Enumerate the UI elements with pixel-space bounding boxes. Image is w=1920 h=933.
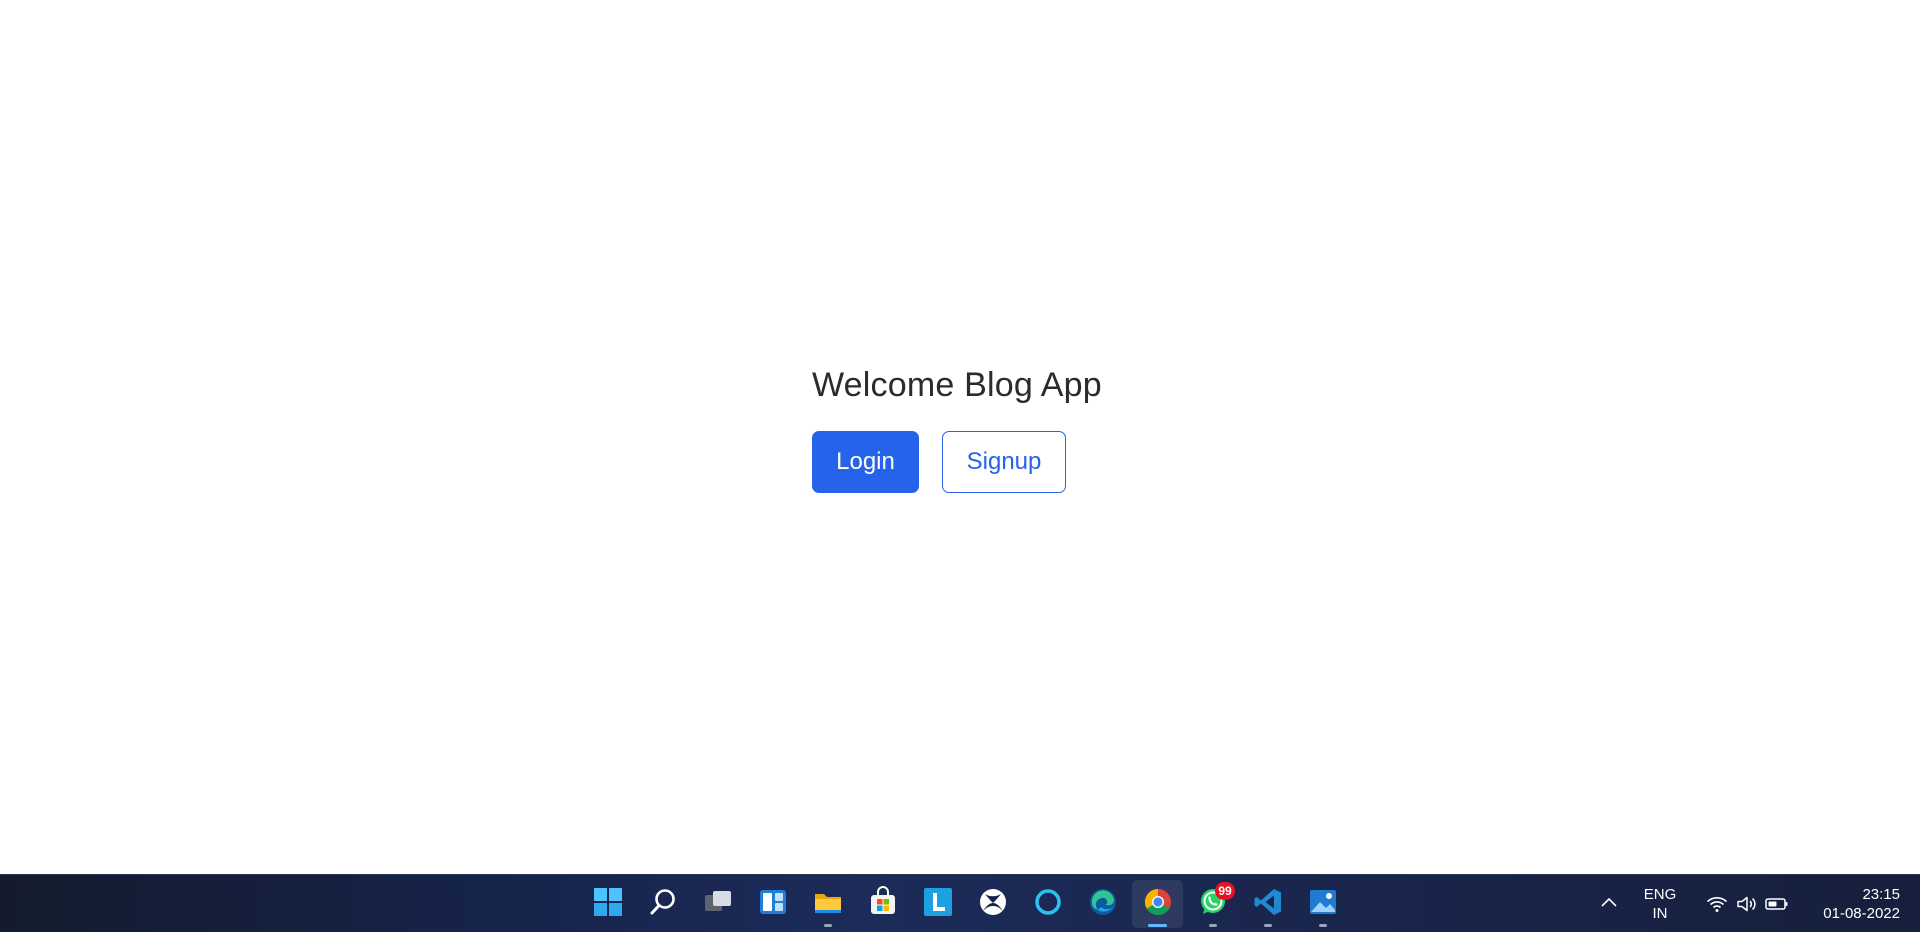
auth-buttons: Login Signup [812, 431, 1232, 493]
widgets-icon [757, 886, 789, 923]
search-button[interactable] [637, 880, 688, 928]
chrome-button[interactable] [1132, 880, 1183, 928]
file-explorer-button[interactable] [802, 880, 853, 928]
signup-button[interactable]: Signup [942, 431, 1066, 493]
input-language-indicator[interactable]: ENG IN [1640, 885, 1680, 923]
show-hidden-icons-button[interactable] [1596, 891, 1622, 917]
taskbar: 99 ENG IN 23:15 01-08-2022 [0, 874, 1920, 932]
windows-logo-icon [592, 886, 624, 923]
language-code: ENG [1643, 886, 1677, 903]
folder-icon [812, 886, 844, 923]
notification-badge: 99 [1215, 882, 1235, 900]
clock-time: 23:15 [1862, 886, 1900, 903]
page-title: Welcome Blog App [812, 366, 1102, 404]
photos-icon [1307, 886, 1339, 923]
welcome-section: Welcome Blog App Login Signup [812, 362, 1232, 493]
vscode-button[interactable] [1242, 880, 1293, 928]
login-button[interactable]: Login [812, 431, 919, 493]
l-app-button[interactable] [912, 880, 963, 928]
running-indicator [1148, 924, 1167, 927]
store-icon [867, 885, 899, 923]
wifi-icon [1702, 891, 1732, 917]
vscode-icon [1252, 886, 1284, 923]
microsoft-store-button[interactable] [857, 880, 908, 928]
widgets-button[interactable] [747, 880, 798, 928]
photos-button[interactable] [1297, 880, 1348, 928]
language-region: IN [1652, 905, 1668, 922]
task-view-button[interactable] [692, 880, 743, 928]
edge-button[interactable] [1077, 880, 1128, 928]
l-app-icon [922, 886, 954, 923]
start-button[interactable] [582, 880, 633, 928]
browser-page: Welcome Blog App Login Signup [0, 0, 1920, 874]
task-view-icon [702, 886, 734, 923]
taskbar-apps: 99 [582, 875, 1352, 933]
running-indicator [1209, 924, 1217, 927]
running-indicator [1264, 924, 1272, 927]
search-icon [647, 886, 679, 923]
battery-icon [1762, 891, 1792, 917]
xbox-button[interactable] [967, 880, 1018, 928]
chevron-up-icon [1600, 895, 1618, 913]
chrome-icon [1142, 886, 1174, 923]
clock[interactable]: 23:15 01-08-2022 [1812, 885, 1900, 923]
clock-date: 01-08-2022 [1823, 905, 1900, 922]
quick-settings-button[interactable] [1702, 891, 1792, 917]
running-indicator [824, 924, 832, 927]
xbox-icon [977, 886, 1009, 923]
whatsapp-button[interactable]: 99 [1187, 880, 1238, 928]
system-tray: ENG IN 23:15 01-08-2022 [1596, 875, 1920, 933]
running-indicator [1319, 924, 1327, 927]
edge-icon [1087, 886, 1119, 923]
volume-icon [1732, 891, 1762, 917]
cortana-button[interactable] [1022, 880, 1073, 928]
cortana-icon [1032, 886, 1064, 923]
